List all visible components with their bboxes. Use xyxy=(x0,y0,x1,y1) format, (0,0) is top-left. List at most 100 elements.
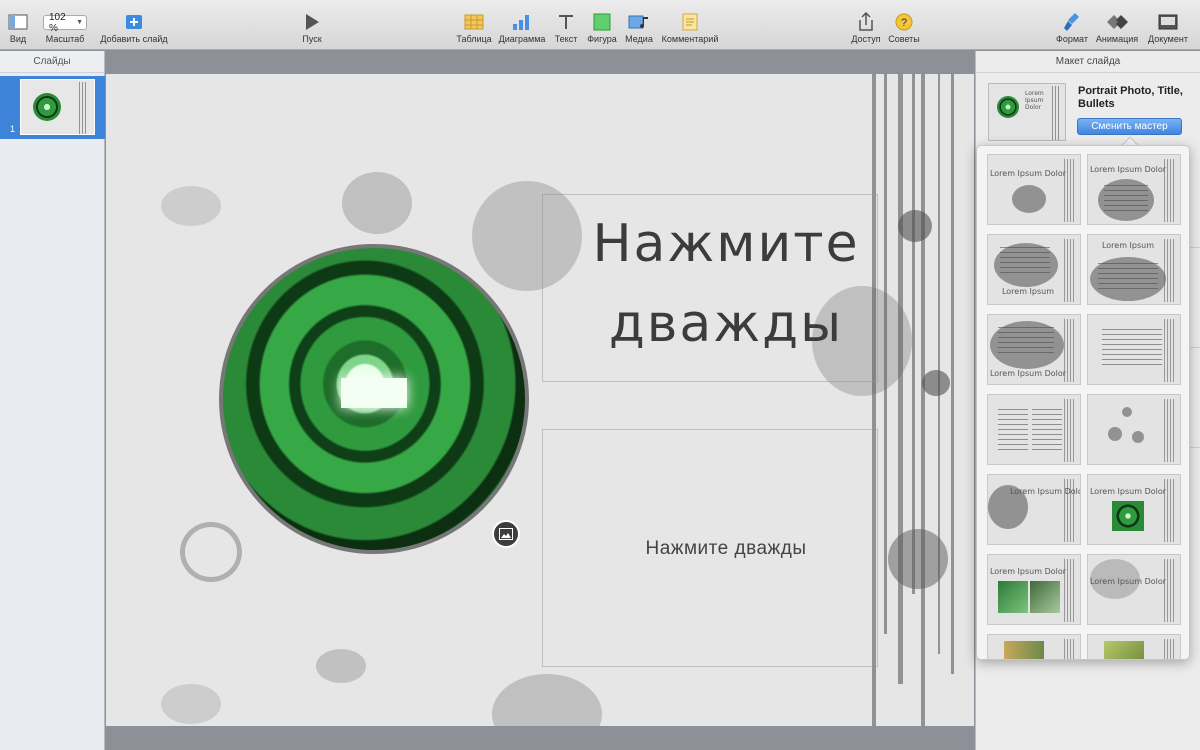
tips-label: Советы xyxy=(888,34,920,44)
ink-drop xyxy=(922,370,950,396)
master-thumbnail[interactable]: Lorem Ipsum Dolor xyxy=(1087,474,1181,545)
ink-splatter xyxy=(161,684,221,724)
view-label: Вид xyxy=(9,34,27,44)
thumb-drips xyxy=(1164,399,1174,462)
animate-label: Анимация xyxy=(1095,34,1139,44)
master-thumb-title: Lorem Ipsum Dolor xyxy=(1025,90,1044,111)
thumb-drips xyxy=(1164,159,1174,222)
master-thumbnail[interactable] xyxy=(1087,314,1181,385)
format-brush-icon xyxy=(1061,12,1083,32)
chevron-down-icon: ▼ xyxy=(76,19,83,26)
animate-button[interactable]: Анимация xyxy=(1096,0,1138,50)
play-icon xyxy=(301,12,323,32)
thumb-photo xyxy=(998,581,1028,613)
view-button[interactable]: Вид xyxy=(4,0,32,50)
master-picker-popover: Lorem Ipsum Dolor Lorem Ipsum Dolor Lore… xyxy=(976,145,1190,660)
media-button[interactable]: Медиа xyxy=(625,0,653,50)
ink-drip xyxy=(898,74,903,684)
change-master-button[interactable]: Сменить мастер xyxy=(1077,118,1182,135)
master-thumbnail[interactable] xyxy=(1087,394,1181,465)
comment-label: Комментарий xyxy=(661,34,719,44)
thumb-photo xyxy=(1112,501,1144,531)
share-label: Доступ xyxy=(851,34,881,44)
play-label: Пуск xyxy=(302,34,322,44)
play-button[interactable]: Пуск xyxy=(298,0,326,50)
chart-label: Диаграмма xyxy=(498,34,546,44)
thumb-bullets xyxy=(998,409,1028,453)
master-thumbnail-title: Lorem Ipsum Dolor xyxy=(989,567,1067,576)
ink-blot xyxy=(316,649,366,683)
replace-image-button[interactable] xyxy=(492,520,520,548)
master-thumbnail[interactable] xyxy=(1087,634,1181,659)
image-icon xyxy=(499,528,513,540)
svg-text:?: ? xyxy=(901,17,907,29)
document-icon xyxy=(1157,12,1179,32)
master-thumbnail-title: Lorem Ipsum Dolor xyxy=(1089,487,1167,496)
ink-drip xyxy=(951,74,954,674)
table-button[interactable]: Таблица xyxy=(456,0,492,50)
thumb-ink-blot xyxy=(1012,185,1046,213)
thumb-photo xyxy=(33,93,61,121)
text-button[interactable]: Текст xyxy=(552,0,580,50)
master-thumb-photo xyxy=(997,96,1019,118)
master-thumbnail[interactable]: Lorem Ipsum xyxy=(1087,234,1181,305)
comment-icon xyxy=(679,12,701,32)
master-thumb-drips xyxy=(1052,86,1060,140)
share-icon xyxy=(855,12,877,32)
master-thumbnail[interactable]: Lorem Ipsum Dolor xyxy=(987,314,1081,385)
thumb-bullets xyxy=(1032,409,1062,453)
thumb-drips xyxy=(1064,159,1074,222)
tips-icon: ? xyxy=(893,12,915,32)
slide-title[interactable]: Нажмите дважды xyxy=(576,204,876,364)
thumb-drips xyxy=(1064,319,1074,382)
inspector-header: Макет слайда xyxy=(976,51,1200,73)
ink-drip xyxy=(938,74,940,654)
thumb-drips xyxy=(1164,639,1174,659)
ink-ring xyxy=(180,522,242,582)
master-thumbnail[interactable]: Lorem Ipsum Dolor xyxy=(1087,154,1181,225)
table-icon xyxy=(463,12,485,32)
ink-drip xyxy=(884,74,887,634)
thumb-drips xyxy=(1064,399,1074,462)
thumb-drips xyxy=(1164,559,1174,622)
chart-button[interactable]: Диаграмма xyxy=(499,0,545,50)
comment-button[interactable]: Комментарий xyxy=(662,0,718,50)
add-slide-button[interactable]: Добавить слайд xyxy=(100,0,168,50)
document-button[interactable]: Документ xyxy=(1148,0,1188,50)
master-thumbnail[interactable]: Lorem Ipsum xyxy=(987,234,1081,305)
master-thumbnail-title: Lorem Ipsum Dolor xyxy=(989,169,1067,178)
slide-thumbnail-selected[interactable]: 1 xyxy=(0,76,105,139)
shape-button[interactable]: Фигура xyxy=(587,0,617,50)
zoom-dropdown[interactable]: 102 % ▼ xyxy=(43,12,87,34)
thumb-bullets xyxy=(1098,263,1158,293)
thumb-bullets xyxy=(1104,185,1148,215)
thumb-bullets xyxy=(1102,329,1162,369)
slide-thumbnail-image xyxy=(20,79,95,135)
slide-number: 1 xyxy=(10,124,16,134)
thumb-drips xyxy=(1064,239,1074,302)
master-thumbnail[interactable]: Lorem Ipsum Dolor xyxy=(987,154,1081,225)
ink-blot xyxy=(342,172,412,234)
thumb-photo xyxy=(1004,641,1044,659)
portrait-photo[interactable] xyxy=(219,244,529,554)
zoom-value: 102 % xyxy=(49,11,66,34)
format-button[interactable]: Формат xyxy=(1056,0,1088,50)
add-slide-label: Добавить слайд xyxy=(100,34,168,44)
ink-drip xyxy=(921,74,925,726)
zoom-control[interactable]: 102 % ▼ Масштаб xyxy=(42,0,88,50)
master-thumbnail[interactable] xyxy=(987,394,1081,465)
master-thumbnail[interactable]: Lorem Ipsum Dolor xyxy=(1087,554,1181,625)
toolbar: Вид 102 % ▼ Масштаб Добавить слайд Пуск … xyxy=(0,0,1200,50)
slide-canvas[interactable]: Нажмите дважды Нажмите дважды xyxy=(106,74,974,726)
share-button[interactable]: Доступ xyxy=(851,0,881,50)
document-label: Документ xyxy=(1148,34,1188,44)
master-thumbnail[interactable]: Lorem Ipsum Dolor xyxy=(987,554,1081,625)
master-thumbnail-title: Lorem Ipsum Dolor xyxy=(989,369,1067,378)
master-thumbnail[interactable] xyxy=(987,634,1081,659)
thumb-drips xyxy=(1064,559,1074,622)
tips-button[interactable]: ? Советы xyxy=(888,0,920,50)
thumb-bullets xyxy=(998,327,1054,357)
slide-subtitle[interactable]: Нажмите дважды xyxy=(576,538,876,560)
master-thumbnail[interactable]: Lorem Ipsum Dolor xyxy=(987,474,1081,545)
slides-panel: Слайды 1 xyxy=(0,51,105,750)
